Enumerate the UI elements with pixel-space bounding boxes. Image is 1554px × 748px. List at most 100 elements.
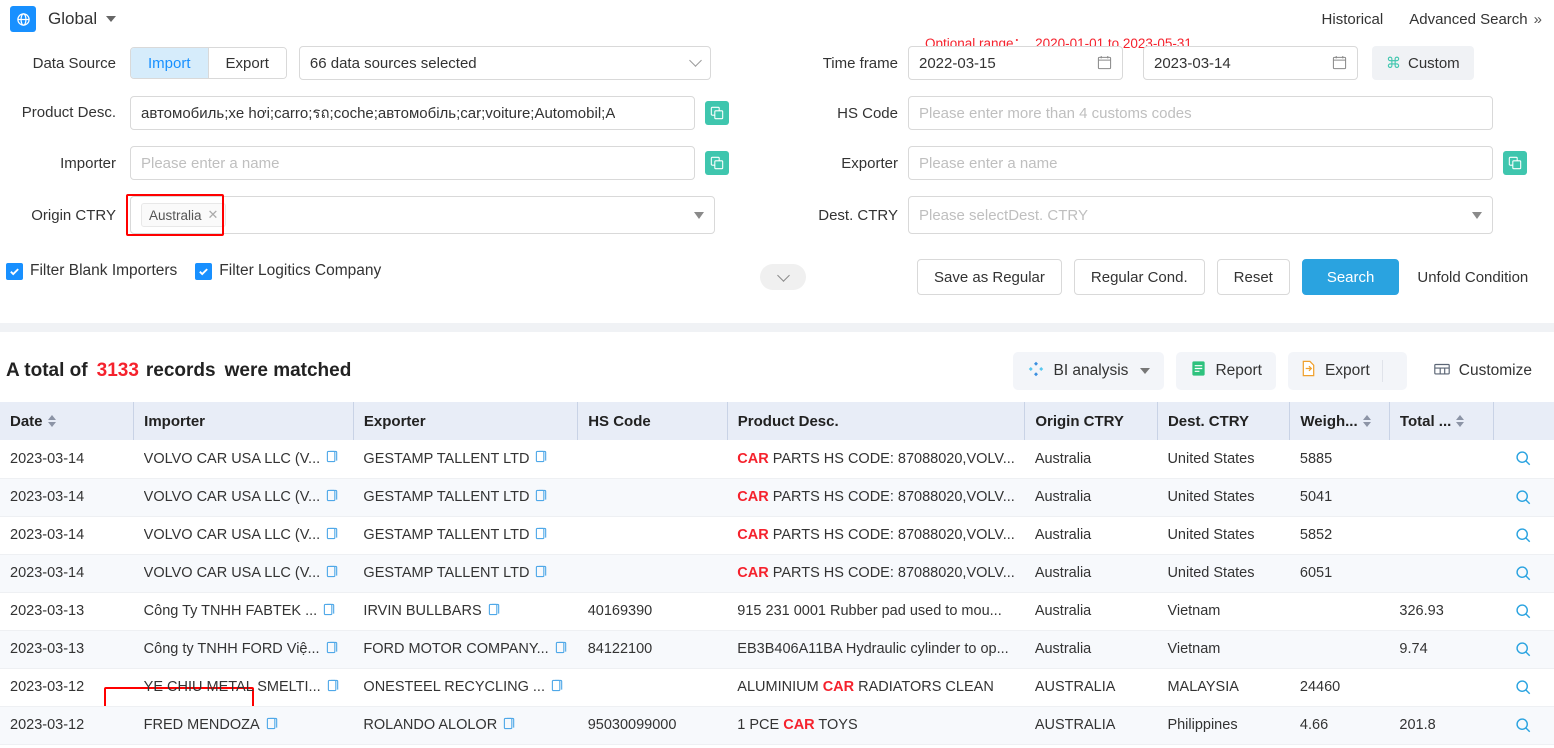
- search-button[interactable]: Search: [1301, 259, 1400, 295]
- copy-icon[interactable]: [326, 565, 339, 582]
- cell-hs-code: [577, 440, 728, 479]
- custom-range-button[interactable]: ⌘ Custom: [1372, 46, 1474, 80]
- copy-icon[interactable]: [535, 489, 548, 506]
- column-header-total[interactable]: Total ...: [1389, 402, 1494, 440]
- table-row[interactable]: 2023-03-13 Công ty TNHH FORD Việ... FORD M…: [0, 630, 1554, 669]
- dest-ctry-select[interactable]: Please selectDest. CTRY: [908, 196, 1493, 234]
- collapse-conditions-button[interactable]: [760, 264, 806, 290]
- sort-icon[interactable]: [1456, 415, 1465, 427]
- table-row[interactable]: 2023-03-14 VOLVO CAR USA LLC (V... GESTAMP…: [0, 516, 1554, 555]
- copy-icon[interactable]: [326, 527, 339, 544]
- advanced-search-link[interactable]: Advanced Search »: [1409, 11, 1542, 28]
- table-row[interactable]: 2023-03-12 YE CHIU METAL SMELTI... ONESTEE…: [0, 668, 1554, 707]
- translate-icon[interactable]: [705, 101, 729, 125]
- column-header-dest-ctry[interactable]: Dest. CTRY: [1157, 402, 1291, 440]
- table-row[interactable]: 2023-03-14 VOLVO CAR USA LLC (V... GESTAMP…: [0, 554, 1554, 593]
- column-header-date[interactable]: Date: [0, 402, 135, 440]
- reset-button[interactable]: Reset: [1216, 259, 1290, 295]
- copy-icon[interactable]: [535, 450, 548, 467]
- translate-icon[interactable]: [1503, 151, 1527, 175]
- cell-detail-action[interactable]: [1493, 554, 1554, 593]
- copy-icon[interactable]: [323, 603, 336, 620]
- magnifier-icon[interactable]: [1503, 450, 1544, 467]
- magnifier-icon[interactable]: [1503, 717, 1544, 734]
- table-row[interactable]: 2023-03-13 Công Ty TNHH FABTEK ... IRVIN B…: [0, 592, 1554, 631]
- copy-icon[interactable]: [326, 489, 339, 506]
- cell-detail-action[interactable]: [1493, 516, 1554, 555]
- origin-ctry-tag[interactable]: Australia ✕: [141, 203, 227, 227]
- cell-detail-action[interactable]: [1493, 592, 1554, 631]
- cell-dest-ctry: MALAYSIA: [1157, 668, 1290, 707]
- importer-input[interactable]: Please enter a name: [130, 146, 695, 180]
- close-icon[interactable]: ✕: [208, 207, 219, 223]
- export-button[interactable]: Export: [1288, 360, 1382, 382]
- sort-icon[interactable]: [1362, 415, 1371, 427]
- copy-icon[interactable]: [555, 641, 568, 658]
- magnifier-icon[interactable]: [1503, 679, 1544, 696]
- date-from-input[interactable]: 2022-03-15: [908, 46, 1123, 80]
- product-desc-label: Product Desc.: [12, 104, 116, 121]
- copy-icon[interactable]: [535, 565, 548, 582]
- magnifier-icon[interactable]: [1503, 489, 1544, 506]
- cell-origin-ctry: Australia: [1024, 592, 1158, 631]
- table-row[interactable]: 2023-03-14 VOLVO CAR USA LLC (V... GESTAMP…: [0, 478, 1554, 517]
- globe-icon[interactable]: [10, 6, 36, 32]
- cell-detail-action[interactable]: [1493, 668, 1554, 707]
- export-tab[interactable]: Export: [207, 48, 286, 78]
- copy-icon[interactable]: [326, 641, 339, 658]
- cell-origin-ctry: AUSTRALIA: [1024, 668, 1158, 707]
- cell-detail-action[interactable]: [1493, 478, 1554, 517]
- save-as-regular-button[interactable]: Save as Regular: [917, 259, 1062, 295]
- copy-icon[interactable]: [266, 717, 279, 734]
- magnifier-icon[interactable]: [1503, 565, 1544, 582]
- magnifier-icon[interactable]: [1503, 603, 1544, 620]
- chevron-down-icon[interactable]: [106, 16, 117, 22]
- column-header-exporter[interactable]: Exporter: [353, 402, 579, 440]
- importer-placeholder: Please enter a name: [141, 154, 280, 172]
- sort-icon[interactable]: [47, 415, 56, 427]
- filter-blank-importers-checkbox[interactable]: Filter Blank Importers: [6, 262, 177, 280]
- data-sources-select[interactable]: 66 data sources selected: [298, 46, 711, 80]
- cell-date: 2023-03-14: [0, 440, 134, 479]
- cell-detail-action[interactable]: [1493, 630, 1554, 669]
- unfold-condition-link[interactable]: Unfold Condition: [1417, 269, 1528, 286]
- cell-dest-ctry: United States: [1157, 478, 1290, 517]
- origin-ctry-select[interactable]: Australia ✕: [130, 196, 715, 234]
- cell-detail-action[interactable]: [1493, 440, 1554, 479]
- report-button[interactable]: Report: [1176, 352, 1276, 390]
- import-tab[interactable]: Import: [131, 48, 208, 78]
- dest-ctry-row: Dest. CTRY Please selectDest. CTRY: [798, 196, 1493, 234]
- product-desc-input[interactable]: автомобиль;xe hơi;carro;รถ;coche;автомоб…: [130, 96, 695, 130]
- cell-hs-code: 84122100: [577, 630, 728, 669]
- chevron-down-icon: [694, 212, 704, 219]
- column-header-hs-code[interactable]: HS Code: [577, 402, 728, 440]
- copy-icon[interactable]: [327, 679, 340, 696]
- column-header-origin-ctry[interactable]: Origin CTRY: [1024, 402, 1158, 440]
- date-to-input[interactable]: 2023-03-14: [1143, 46, 1358, 80]
- column-header-importer[interactable]: Importer: [133, 402, 354, 440]
- historical-link[interactable]: Historical: [1322, 11, 1384, 28]
- magnifier-icon[interactable]: [1503, 641, 1544, 658]
- column-header-weight[interactable]: Weigh...: [1289, 402, 1390, 440]
- customize-button[interactable]: Customize: [1419, 352, 1546, 390]
- copy-icon[interactable]: [551, 679, 564, 696]
- magnifier-icon[interactable]: [1503, 527, 1544, 544]
- copy-icon[interactable]: [326, 450, 339, 467]
- hs-code-input[interactable]: Please enter more than 4 customs codes: [908, 96, 1493, 130]
- cell-detail-action[interactable]: [1493, 706, 1554, 745]
- global-label[interactable]: Global: [48, 9, 97, 29]
- column-label: HS Code: [588, 412, 651, 430]
- results-bar: A total of 3133 records were matched BI …: [0, 340, 1554, 722]
- regular-cond-button[interactable]: Regular Cond.: [1073, 259, 1205, 295]
- import-export-toggle[interactable]: Import Export: [130, 47, 287, 79]
- copy-icon[interactable]: [488, 603, 501, 620]
- filter-logitics-checkbox[interactable]: Filter Logitics Company: [195, 262, 381, 280]
- copy-icon[interactable]: [503, 717, 516, 734]
- column-header-product-desc[interactable]: Product Desc.: [727, 402, 1026, 440]
- translate-icon[interactable]: [705, 151, 729, 175]
- exporter-input[interactable]: Please enter a name: [908, 146, 1493, 180]
- table-row[interactable]: 2023-03-14 VOLVO CAR USA LLC (V... GESTAMP…: [0, 440, 1554, 479]
- table-row[interactable]: 2023-03-12 FRED MENDOZA ROLANDO ALOLOR 9503…: [0, 706, 1554, 745]
- bi-analysis-button[interactable]: BI analysis: [1013, 352, 1165, 390]
- copy-icon[interactable]: [535, 527, 548, 544]
